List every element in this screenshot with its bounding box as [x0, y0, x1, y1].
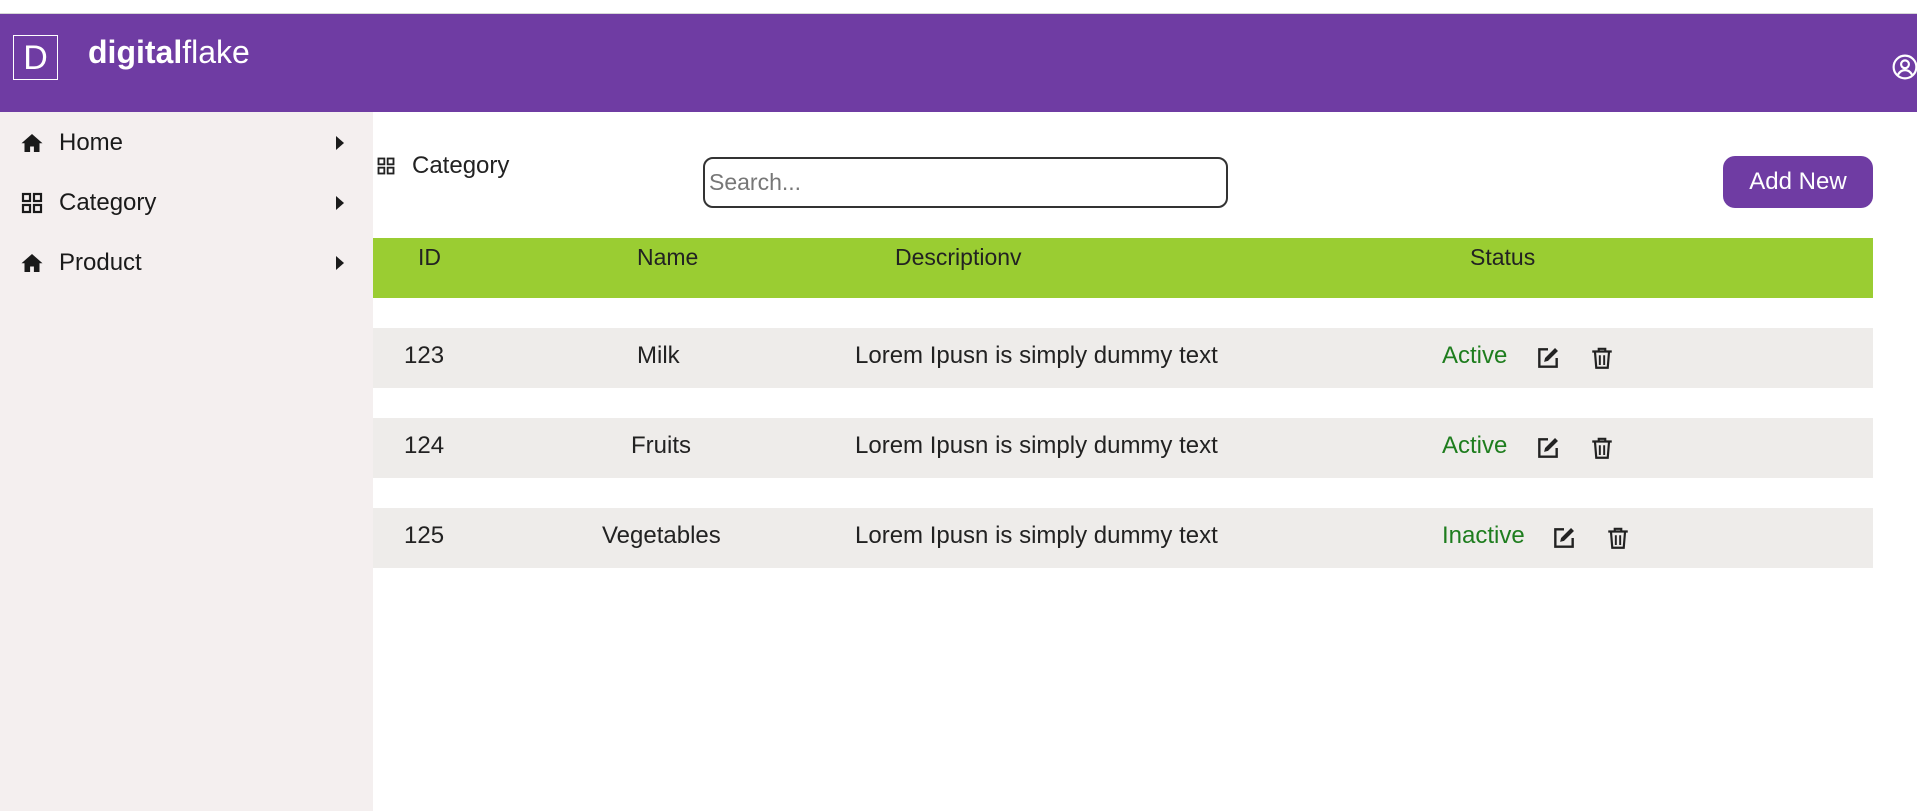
edit-icon[interactable] — [1535, 345, 1561, 371]
window-top-strip — [0, 0, 1917, 14]
cell-status: Active — [1442, 432, 1508, 459]
table-row: 124 Fruits Lorem Ipusn is simply dummy t… — [373, 418, 1873, 478]
column-header-id: ID — [418, 244, 441, 270]
column-header-name: Name — [637, 244, 699, 270]
edit-icon[interactable] — [1535, 435, 1561, 461]
table-row: 125 Vegetables Lorem Ipusn is simply dum… — [373, 508, 1873, 568]
trash-icon[interactable] — [1589, 345, 1615, 371]
brand-name-bold: digital — [88, 34, 183, 70]
caret-right-icon — [336, 256, 344, 270]
cell-status: Inactive — [1442, 522, 1525, 549]
trash-icon[interactable] — [1589, 435, 1615, 461]
add-new-button[interactable]: Add New — [1723, 156, 1873, 208]
column-header-status: Status — [1470, 244, 1536, 270]
cell-name: Fruits — [631, 432, 691, 459]
table-header: ID Name Descriptionv Status — [373, 238, 1873, 298]
caret-right-icon — [336, 136, 344, 150]
search-input[interactable] — [703, 157, 1228, 208]
trash-icon[interactable] — [1605, 525, 1631, 551]
sidebar: Home Category Product — [0, 112, 373, 811]
cell-id: 124 — [404, 432, 445, 459]
brand-name-light: flake — [182, 34, 250, 70]
user-account-icon[interactable] — [1892, 54, 1917, 80]
cell-name: Milk — [637, 342, 680, 369]
home-icon — [21, 254, 43, 272]
cell-name: Vegetables — [602, 522, 721, 549]
column-header-description: Descriptionv — [895, 244, 1022, 270]
sidebar-item-category[interactable]: Category — [0, 178, 373, 228]
cell-status: Active — [1442, 342, 1508, 369]
sidebar-item-label: Product — [59, 249, 142, 276]
cell-description: Lorem Ipusn is simply dummy text — [855, 432, 1218, 459]
cell-id: 123 — [404, 342, 445, 369]
page-title-text: Category — [412, 152, 510, 179]
sidebar-item-product[interactable]: Product — [0, 238, 373, 288]
grid-icon — [21, 192, 43, 214]
edit-icon[interactable] — [1551, 525, 1577, 551]
sidebar-item-home[interactable]: Home — [0, 118, 373, 168]
sidebar-item-label: Home — [59, 129, 124, 156]
app-header: D digitalflake — [0, 14, 1917, 112]
logo: D — [13, 35, 58, 80]
main-content: Category Add New ID Name Descriptionv St… — [373, 112, 1917, 811]
home-icon — [21, 134, 43, 152]
cell-description: Lorem Ipusn is simply dummy text — [855, 522, 1218, 549]
cell-description: Lorem Ipusn is simply dummy text — [855, 342, 1218, 369]
sidebar-item-label: Category — [59, 189, 157, 216]
cell-id: 125 — [404, 522, 445, 549]
brand-name: digitalflake — [88, 32, 250, 72]
table-row: 123 Milk Lorem Ipusn is simply dummy tex… — [373, 328, 1873, 388]
grid-icon — [377, 157, 395, 175]
caret-right-icon — [336, 196, 344, 210]
